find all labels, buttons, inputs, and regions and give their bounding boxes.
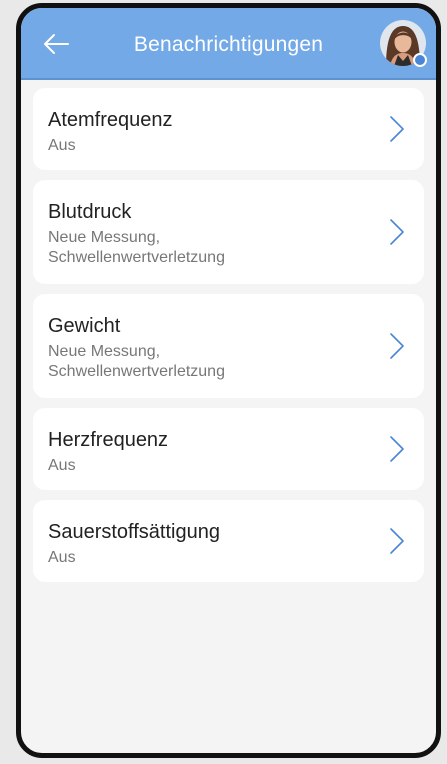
notification-status: Aus <box>48 549 76 566</box>
avatar[interactable] <box>380 20 427 67</box>
notification-item-herzfrequenz[interactable]: Herzfrequenz Aus <box>33 408 424 490</box>
notification-title: Sauerstoffsättigung <box>48 521 220 543</box>
notification-status: Aus <box>48 457 76 474</box>
notification-status: Aus <box>48 137 76 154</box>
chevron-right-icon <box>390 333 404 359</box>
chevron-right-icon <box>390 116 404 142</box>
chevron-right-icon <box>390 219 404 245</box>
phone-frame: Benachrichtigungen Atemfrequenz Aus Blut… <box>16 3 441 758</box>
notification-title: Gewicht <box>48 315 121 337</box>
notification-item-blutdruck[interactable]: Blutdruck Neue Messung, Schwellenwertver… <box>33 180 424 284</box>
chevron-right-icon <box>390 436 404 462</box>
avatar-dropdown-badge <box>413 53 427 67</box>
notification-title: Herzfrequenz <box>48 429 169 451</box>
chevron-right-icon <box>390 528 404 554</box>
notification-title: Atemfrequenz <box>48 109 173 131</box>
notification-item-gewicht[interactable]: Gewicht Neue Messung, Schwellenwertverle… <box>33 294 424 398</box>
notification-item-sauerstoffsaettigung[interactable]: Sauerstoffsättigung Aus <box>33 500 424 582</box>
notification-list: Atemfrequenz Aus Blutdruck Neue Messung,… <box>33 88 424 592</box>
app-header: Benachrichtigungen <box>21 8 436 80</box>
notification-status: Neue Messung, Schwellenwertverletzung <box>48 343 225 380</box>
notification-title: Blutdruck <box>48 201 132 223</box>
notification-item-atemfrequenz[interactable]: Atemfrequenz Aus <box>33 88 424 170</box>
page-title: Benachrichtigungen <box>133 33 324 56</box>
notification-status: Neue Messung, Schwellenwertverletzung <box>48 229 225 266</box>
